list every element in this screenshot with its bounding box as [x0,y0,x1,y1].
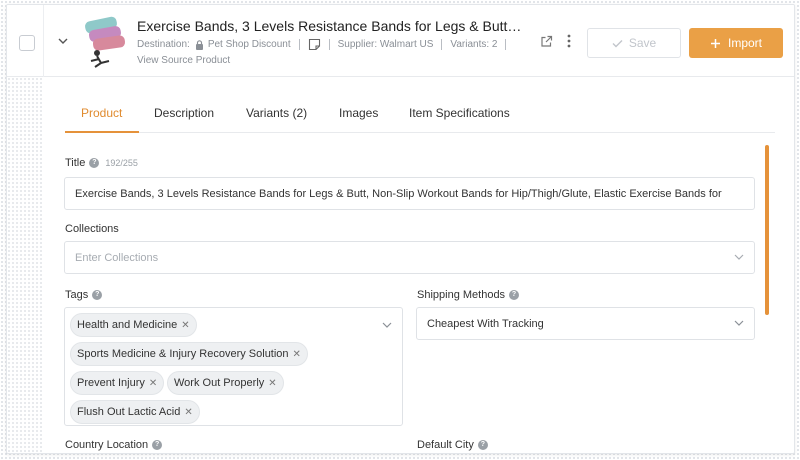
collections-label-row: Collections [65,223,119,235]
shipping-label: Shipping Methods [417,289,506,301]
tag-label: Work Out Properly [174,377,265,389]
header-divider [43,5,44,77]
more-vertical-icon[interactable] [567,34,571,48]
help-icon[interactable]: ? [477,440,488,450]
meta-divider [441,39,443,50]
product-meta: Destination: Pet Shop Discount Supplier:… [137,38,514,51]
product-thumbnail [85,16,126,68]
chevron-down-icon [734,254,744,260]
shipping-method-select[interactable]: Cheapest With Tracking [416,307,755,340]
collections-label: Collections [65,223,119,235]
tab-description[interactable]: Description [154,106,214,120]
save-button[interactable]: Save [587,28,681,58]
tab-bar: Product Description Variants (2) Images … [65,101,775,133]
scrollbar[interactable] [765,145,769,315]
meta-divider [298,39,300,50]
help-icon[interactable]: ? [92,290,103,300]
close-icon[interactable]: ✕ [181,320,189,331]
country-label: Country Location [65,439,149,451]
close-icon[interactable]: ✕ [149,378,157,389]
chevron-down-icon [734,320,744,326]
tab-images[interactable]: Images [339,106,378,120]
city-label-row: Default City ? [417,439,488,451]
product-title[interactable]: Exercise Bands, 3 Levels Resistance Band… [137,18,522,34]
close-icon[interactable]: ✕ [293,349,301,360]
close-icon[interactable]: ✕ [268,378,276,389]
help-icon[interactable]: ? [509,290,520,300]
meta-divider [328,39,330,50]
tag-chip: Flush Out Lactic Acid ✕ [70,400,200,424]
help-icon[interactable]: ? [152,440,163,450]
collections-input[interactable]: Enter Collections [64,241,755,274]
tag-chip: Work Out Properly ✕ [167,371,284,395]
product-header: Exercise Bands, 3 Levels Resistance Band… [7,5,794,77]
select-checkbox[interactable] [19,35,35,51]
destination-label: Destination: [137,39,190,50]
tags-label: Tags [65,289,89,301]
supplier-text: Supplier: Walmart US [337,39,434,50]
external-link-icon[interactable] [540,35,553,48]
check-icon [612,39,623,47]
shipping-value: Cheapest With Tracking [427,317,544,330]
plus-icon [710,38,720,48]
shipping-label-row: Shipping Methods ? [417,289,520,301]
title-label: Title [65,157,86,169]
tag-label: Prevent Injury [77,377,145,389]
tag-chip: Prevent Injury ✕ [70,371,165,395]
title-input[interactable]: Exercise Bands, 3 Levels Resistance Band… [64,177,755,210]
tab-product[interactable]: Product [81,106,122,120]
chevron-down-icon [382,322,392,328]
active-tab-indicator [65,131,139,133]
lock-icon [195,39,203,50]
import-button[interactable]: Import [689,28,783,58]
variants-count: Variants: 2 [450,39,498,50]
import-label: Import [727,36,762,50]
help-icon[interactable]: ? [89,158,100,168]
tag-label: Sports Medicine & Injury Recovery Soluti… [77,348,289,360]
tab-variants[interactable]: Variants (2) [246,106,307,120]
tags-label-row: Tags ? [65,289,103,301]
country-label-row: Country Location ? [65,439,163,451]
tag-chip: Health and Medicine ✕ [70,313,197,337]
destination-value[interactable]: Pet Shop Discount [208,39,291,50]
save-label: Save [628,36,657,50]
chevron-down-icon[interactable] [56,34,70,48]
tag-chip: Sports Medicine & Injury Recovery Soluti… [70,342,308,366]
tag-label: Flush Out Lactic Acid [77,406,181,418]
left-gutter [7,77,43,453]
note-icon[interactable] [308,38,321,51]
tag-label: Health and Medicine [77,319,178,331]
meta-divider [505,39,507,50]
collections-placeholder: Enter Collections [75,251,159,264]
tab-item-specifications[interactable]: Item Specifications [409,106,510,120]
title-label-row: Title ? 192/255 [65,157,138,169]
city-label: Default City [417,439,474,451]
title-char-count: 192/255 [105,158,138,168]
view-source-link[interactable]: View Source Product [137,55,230,66]
close-icon[interactable]: ✕ [184,407,192,418]
product-import-card: Exercise Bands, 3 Levels Resistance Band… [6,4,795,454]
tags-select[interactable]: Health and Medicine ✕ Sports Medicine & I… [64,307,403,426]
